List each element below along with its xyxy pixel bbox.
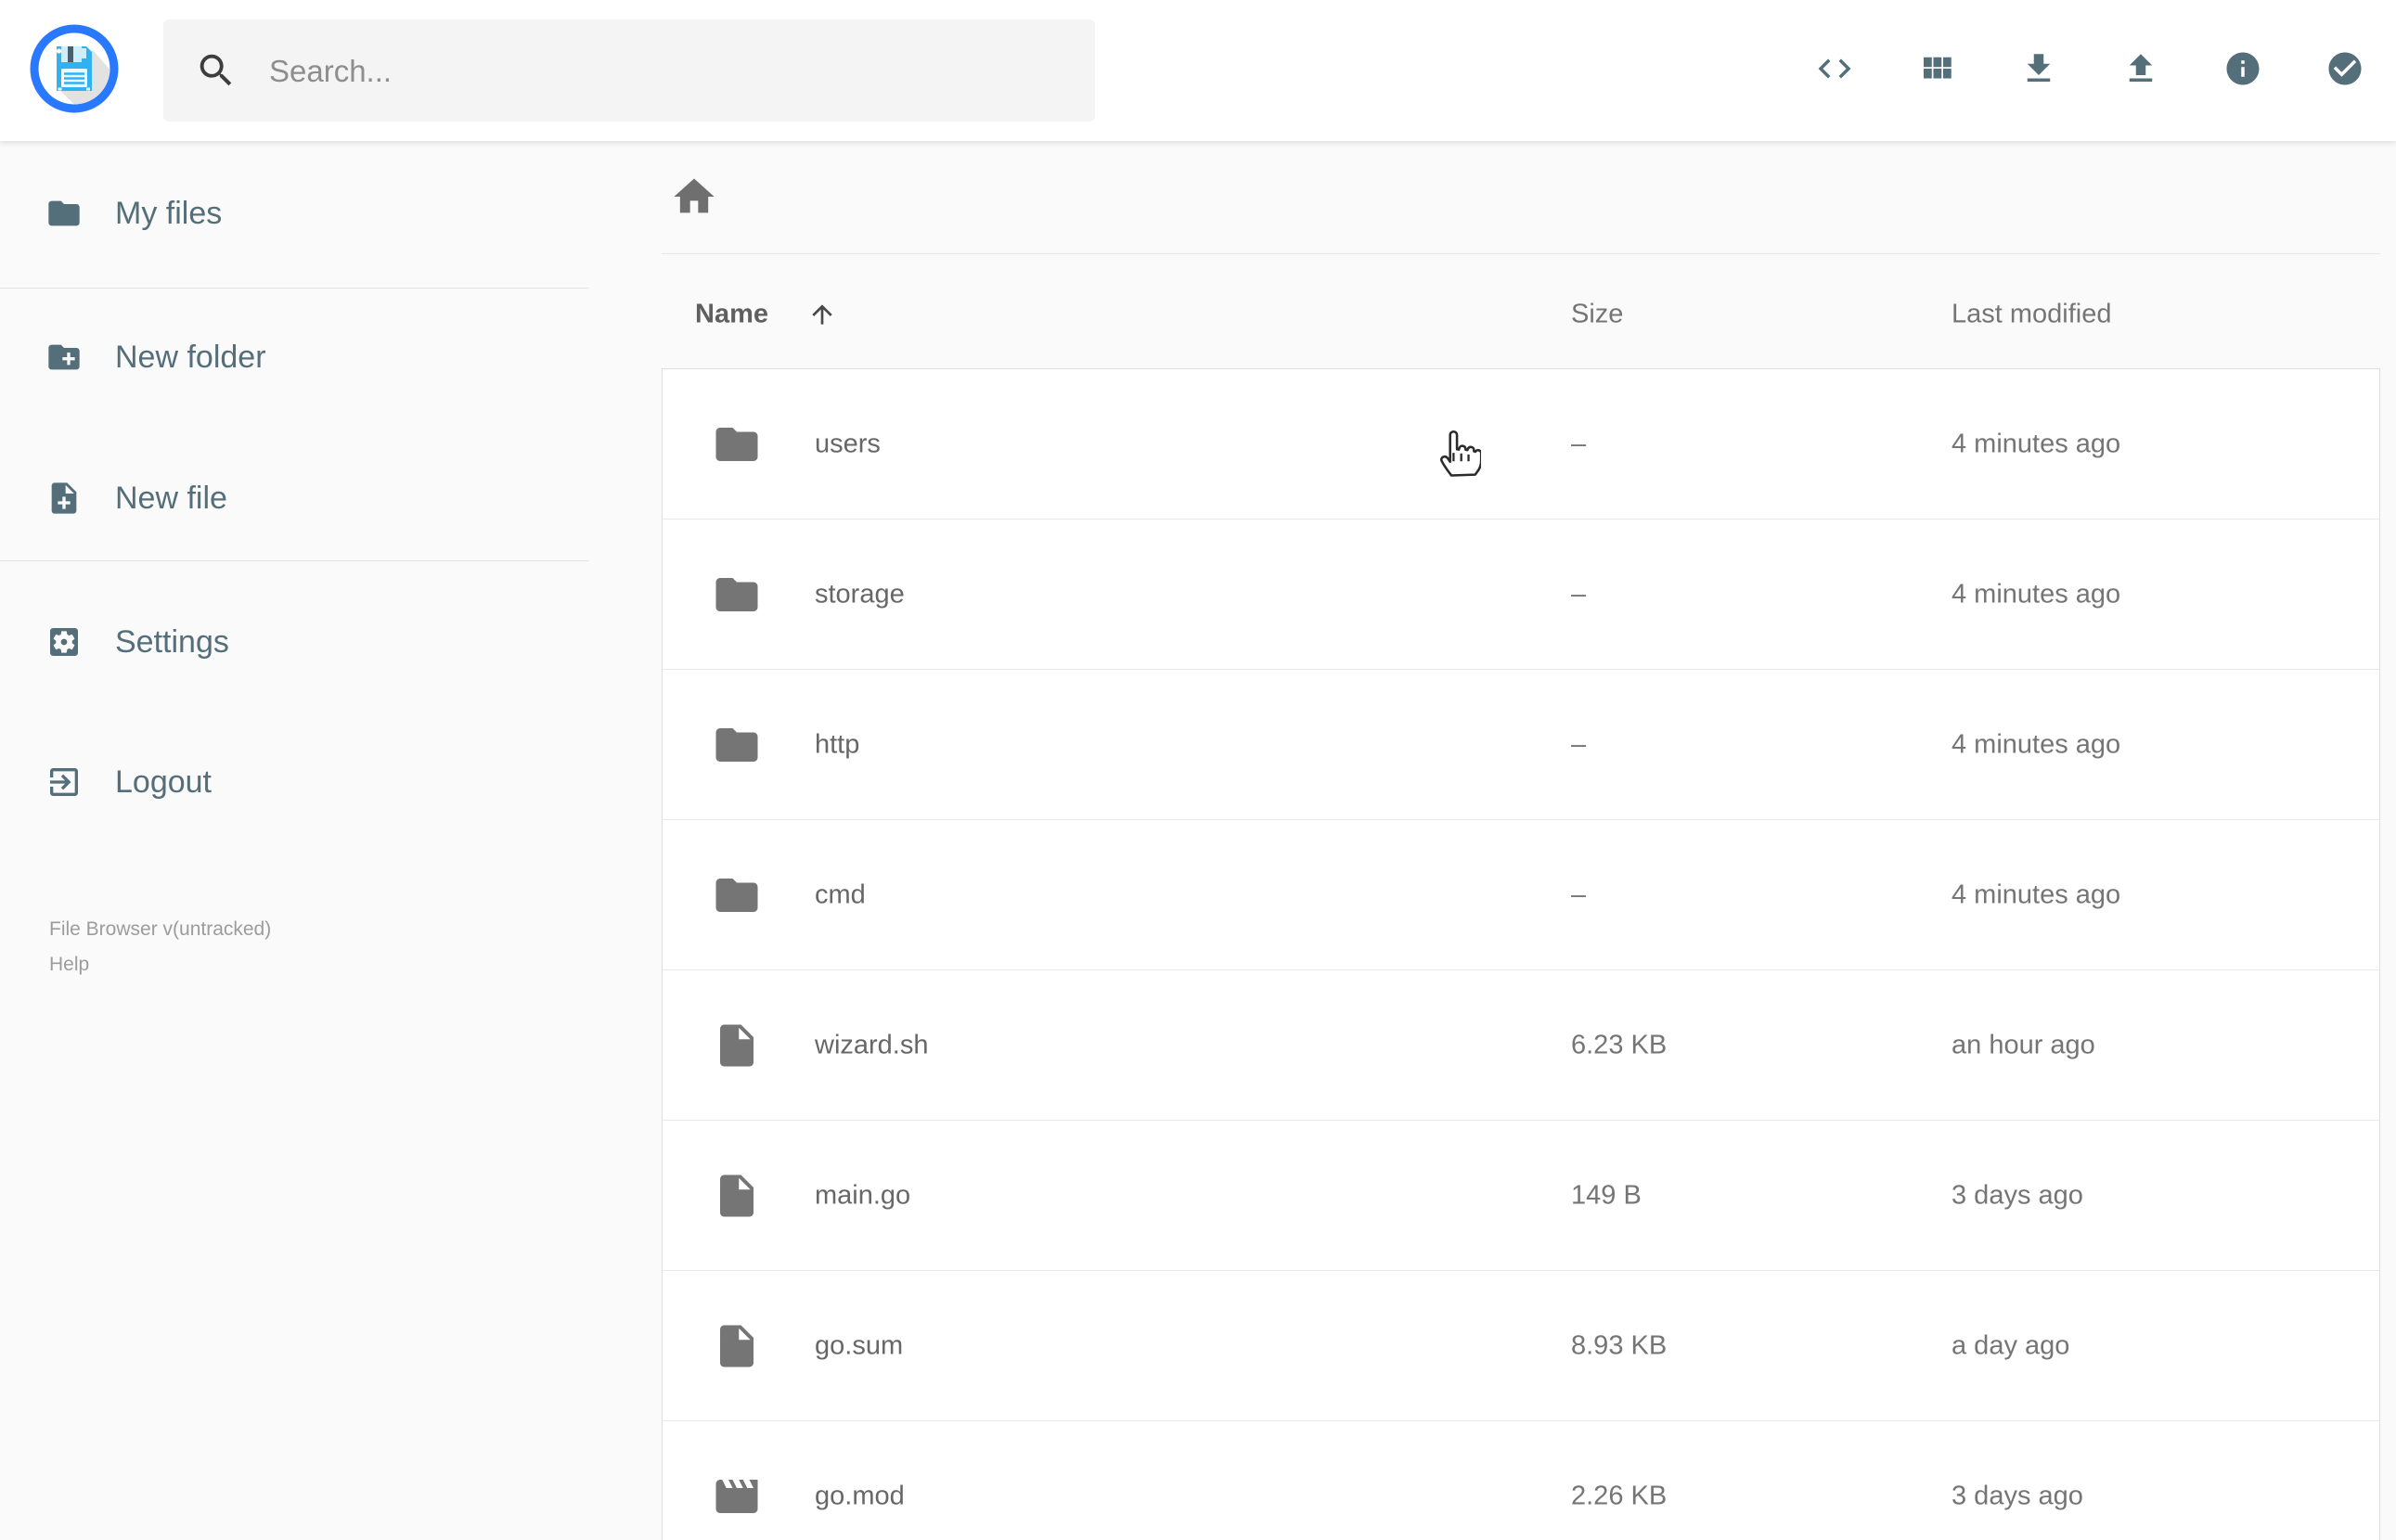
file-icon xyxy=(712,1321,762,1371)
filebrowser-app: My files New folder New file Settings xyxy=(0,0,2396,1540)
app-logo[interactable] xyxy=(28,22,121,115)
column-header-name[interactable]: Name xyxy=(695,300,768,330)
listing-row[interactable]: go.sum 8.93 KB a day ago xyxy=(663,1271,2379,1421)
sidebar-item-new-folder[interactable]: New folder xyxy=(0,331,588,383)
download-button[interactable] xyxy=(2019,49,2058,88)
header-actions xyxy=(1815,49,2364,88)
sidebar-item-label: New folder xyxy=(115,339,266,375)
breadcrumb-home-button[interactable] xyxy=(670,173,718,221)
listing-row[interactable]: http – 4 minutes ago xyxy=(663,670,2379,820)
row-name: http xyxy=(815,729,860,759)
row-size: – xyxy=(1571,879,1587,909)
row-size: 6.23 KB xyxy=(1571,1030,1668,1059)
folder-icon xyxy=(45,195,83,232)
row-size: 8.93 KB xyxy=(1571,1330,1668,1360)
listing-row[interactable]: main.go 149 B 3 days ago xyxy=(663,1121,2379,1271)
sidebar-item-new-file[interactable]: New file xyxy=(0,472,588,524)
info-button[interactable] xyxy=(2223,49,2262,88)
row-size: – xyxy=(1571,579,1587,609)
sidebar-item-settings[interactable]: Settings xyxy=(0,616,588,668)
row-name: go.mod xyxy=(815,1481,905,1510)
logout-icon xyxy=(45,764,83,801)
search-input[interactable] xyxy=(267,19,1069,123)
row-name: main.go xyxy=(815,1180,911,1210)
row-name: go.sum xyxy=(815,1330,904,1360)
row-name: cmd xyxy=(815,879,866,909)
select-check-icon xyxy=(2328,52,2362,85)
listing-column-headers: Name Size Last modified xyxy=(662,281,2380,348)
row-modified: 4 minutes ago xyxy=(1952,879,2121,909)
folder-icon xyxy=(712,870,762,920)
folder-icon xyxy=(712,419,762,469)
sidebar-item-label: Settings xyxy=(115,623,229,660)
column-header-size[interactable]: Size xyxy=(1571,300,1623,330)
row-modified: an hour ago xyxy=(1952,1030,2095,1059)
settings-icon xyxy=(45,623,83,661)
row-name: users xyxy=(815,429,881,458)
row-size: 149 B xyxy=(1571,1180,1642,1210)
search-icon xyxy=(200,54,232,86)
grid-view-button[interactable] xyxy=(1917,49,1956,88)
sidebar-item-logout[interactable]: Logout xyxy=(0,756,588,808)
row-modified: 4 minutes ago xyxy=(1952,729,2121,759)
raw-code-view-button[interactable] xyxy=(1815,49,1854,88)
app-version-text: File Browser v(untracked) xyxy=(49,918,272,940)
movie-file-icon xyxy=(712,1471,762,1521)
code-icon xyxy=(1818,58,1851,79)
breadcrumb-divider xyxy=(662,253,2380,254)
upload-button[interactable] xyxy=(2121,49,2160,88)
upload-icon xyxy=(2129,54,2153,82)
row-size: 2.26 KB xyxy=(1571,1481,1668,1510)
listing-row[interactable]: go.mod 2.26 KB 3 days ago xyxy=(663,1421,2379,1540)
sidebar-divider xyxy=(0,560,588,561)
download-icon xyxy=(2027,54,2051,82)
row-modified: 3 days ago xyxy=(1952,1180,2083,1210)
row-size: – xyxy=(1571,429,1587,458)
help-link[interactable]: Help xyxy=(49,954,89,976)
search-bar xyxy=(163,19,1095,123)
sidebar-item-label: New file xyxy=(115,480,227,516)
home-icon xyxy=(674,178,715,213)
listing-row[interactable]: storage – 4 minutes ago xyxy=(663,520,2379,670)
row-name: wizard.sh xyxy=(815,1030,929,1059)
row-size: – xyxy=(1571,729,1587,759)
new-file-icon xyxy=(45,480,83,517)
top-bar xyxy=(0,0,2396,141)
grid-view-icon xyxy=(1924,57,1952,79)
sort-ascending-icon xyxy=(807,300,837,329)
row-modified: 3 days ago xyxy=(1952,1481,2083,1510)
sidebar-item-label: My files xyxy=(115,195,223,231)
row-modified: a day ago xyxy=(1952,1330,2070,1360)
sidebar-item-label: Logout xyxy=(115,764,212,800)
sidebar-item-my-files[interactable]: My files xyxy=(0,187,588,239)
listing-rows: users – 4 minutes ago storage – 4 minute… xyxy=(662,368,2380,1540)
row-modified: 4 minutes ago xyxy=(1952,579,2121,609)
folder-icon xyxy=(712,570,762,620)
select-multiple-button[interactable] xyxy=(2325,49,2364,88)
row-name: storage xyxy=(815,579,905,609)
row-modified: 4 minutes ago xyxy=(1952,429,2121,458)
floppy-disk-logo-icon xyxy=(30,24,119,113)
info-icon xyxy=(2226,52,2260,85)
listing-row[interactable]: users – 4 minutes ago xyxy=(663,369,2379,520)
column-header-modified[interactable]: Last modified xyxy=(1952,300,2112,330)
sidebar-divider xyxy=(0,288,588,289)
listing-row[interactable]: cmd – 4 minutes ago xyxy=(663,820,2379,970)
new-folder-icon xyxy=(45,339,83,376)
folder-icon xyxy=(712,720,762,770)
file-icon xyxy=(712,1020,762,1071)
listing-row[interactable]: wizard.sh 6.23 KB an hour ago xyxy=(663,970,2379,1121)
file-icon xyxy=(712,1171,762,1221)
